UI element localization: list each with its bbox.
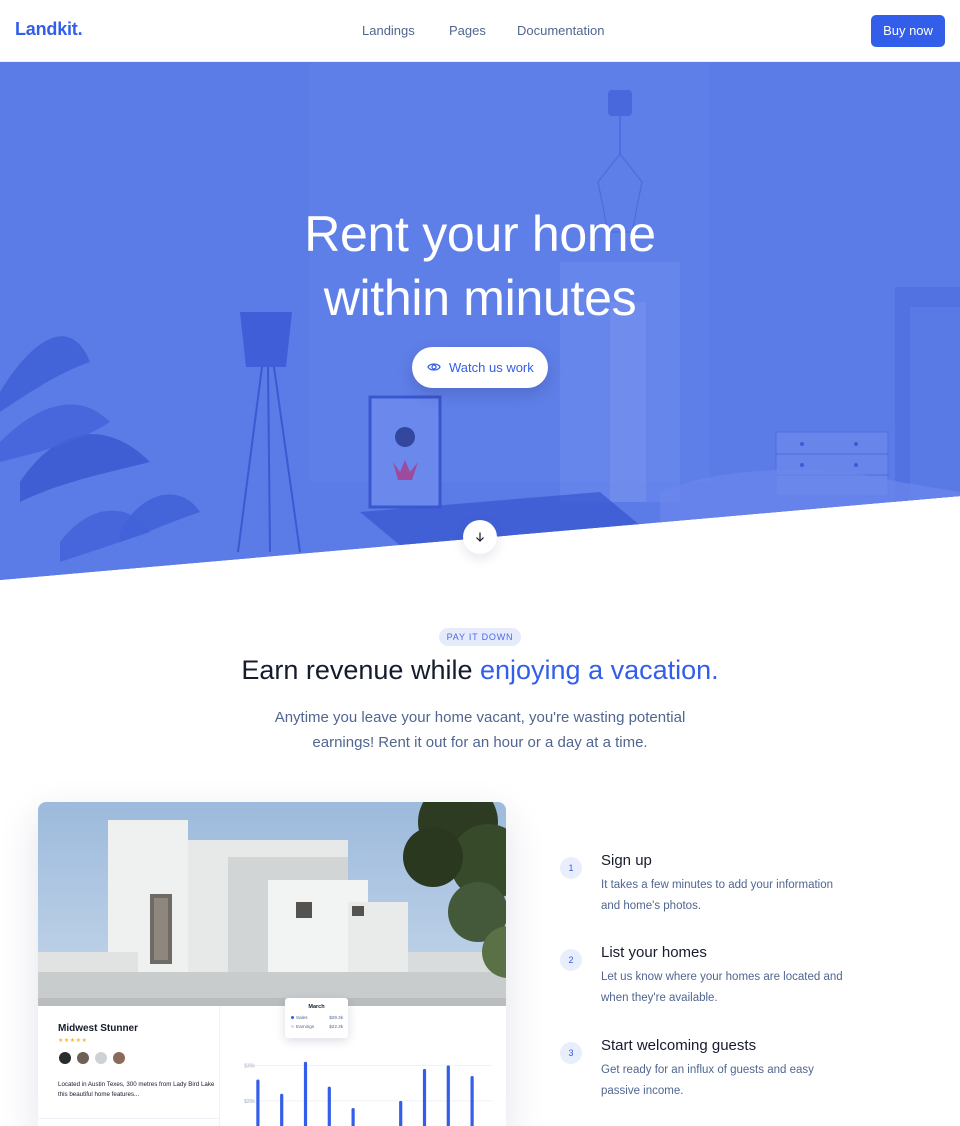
- listing-summary: Midwest Stunner ★★★★★ Located in Austin …: [38, 1006, 220, 1126]
- step-title: Start welcoming guests: [601, 1037, 757, 1054]
- avatar[interactable]: [76, 1051, 90, 1065]
- tooltip-value: $29.3k: [329, 1015, 343, 1020]
- section-badge: PAY IT DOWN: [439, 628, 521, 646]
- tooltip-value: $22.3k: [329, 1024, 343, 1029]
- chart-bar[interactable]: [446, 1065, 450, 1126]
- section-title-plain: Earn revenue while: [241, 655, 480, 685]
- hero-title-line-1: Rent your home: [304, 206, 656, 262]
- step-number: 2: [560, 949, 582, 971]
- chart-bar[interactable]: [256, 1079, 260, 1126]
- y-tick-label: $30k: [244, 1063, 255, 1069]
- tooltip-label: Sales: [296, 1015, 308, 1020]
- series-dot-icon: [291, 1016, 294, 1020]
- arrow-down-icon: [476, 532, 484, 542]
- hero-section: Rent your home within minutes Watch us w…: [0, 62, 960, 580]
- step-description: It takes a few minutes to add your infor…: [601, 879, 834, 912]
- chart-bar[interactable]: [422, 1068, 427, 1126]
- hero-title-line-2: within minutes: [323, 270, 637, 326]
- rating-stars: ★★★★★: [58, 1038, 88, 1044]
- tooltip-month: March: [308, 1004, 325, 1010]
- chart-bar[interactable]: [470, 1076, 474, 1126]
- chart-bar[interactable]: [399, 1100, 403, 1126]
- avatar[interactable]: [112, 1051, 126, 1065]
- scroll-down-button[interactable]: [463, 520, 497, 554]
- section-title-accent: enjoying a vacation.: [479, 655, 719, 685]
- listing-title: Midwest Stunner: [58, 1023, 139, 1034]
- step-number: 3: [560, 1042, 582, 1064]
- step-number: 1: [560, 857, 582, 879]
- divider: [38, 1118, 220, 1119]
- step-title: Sign up: [601, 852, 652, 869]
- nav-link-documentation[interactable]: Documentation: [517, 23, 604, 38]
- chart-tooltip: March Sales $29.3k Earnings $22.3k: [285, 998, 348, 1038]
- section-lead: Anytime you leave your home vacant, you'…: [274, 709, 686, 751]
- avatar[interactable]: [58, 1051, 72, 1065]
- step-title: List your homes: [601, 944, 707, 961]
- house-photo: [38, 802, 506, 1006]
- step-description: Get ready for an influx of guests and ea…: [601, 1064, 814, 1097]
- chart-bar[interactable]: [303, 1061, 308, 1126]
- section-title: Earn revenue while enjoying a vacation.: [0, 655, 960, 686]
- eye-icon: [427, 363, 441, 371]
- nav-link-landings[interactable]: Landings: [362, 23, 415, 38]
- navbar: Landkit. Landings Pages Documentation Bu…: [0, 0, 960, 62]
- brand-logo[interactable]: Landkit.: [15, 19, 83, 40]
- chart-bar[interactable]: [351, 1108, 355, 1126]
- hero-title: Rent your home within minutes: [0, 202, 960, 330]
- series-dot-icon: [291, 1025, 294, 1029]
- tooltip-row-sales: Sales $29.3k: [291, 1015, 343, 1020]
- tooltip-label: Earnings: [296, 1024, 315, 1029]
- sales-bar-chart: $30k$20k$10k: [244, 1061, 492, 1126]
- y-tick-label: $20k: [244, 1099, 255, 1105]
- chart-bar[interactable]: [327, 1086, 331, 1126]
- tooltip-row-earnings: Earnings $22.3k: [291, 1024, 343, 1029]
- step-description: Let us know where your homes are located…: [601, 971, 843, 1004]
- chart-bar[interactable]: [280, 1093, 284, 1126]
- nav-link-pages[interactable]: Pages: [449, 23, 486, 38]
- watch-us-work-label: Watch us work: [449, 360, 534, 375]
- buy-now-button[interactable]: Buy now: [871, 15, 945, 47]
- avatar[interactable]: [94, 1051, 108, 1065]
- listing-card: Midwest Stunner ★★★★★ Located in Austin …: [38, 802, 506, 1126]
- listing-description: Located in Austin Texes, 300 metres from…: [58, 1081, 215, 1098]
- watch-us-work-button[interactable]: Watch us work: [412, 347, 548, 388]
